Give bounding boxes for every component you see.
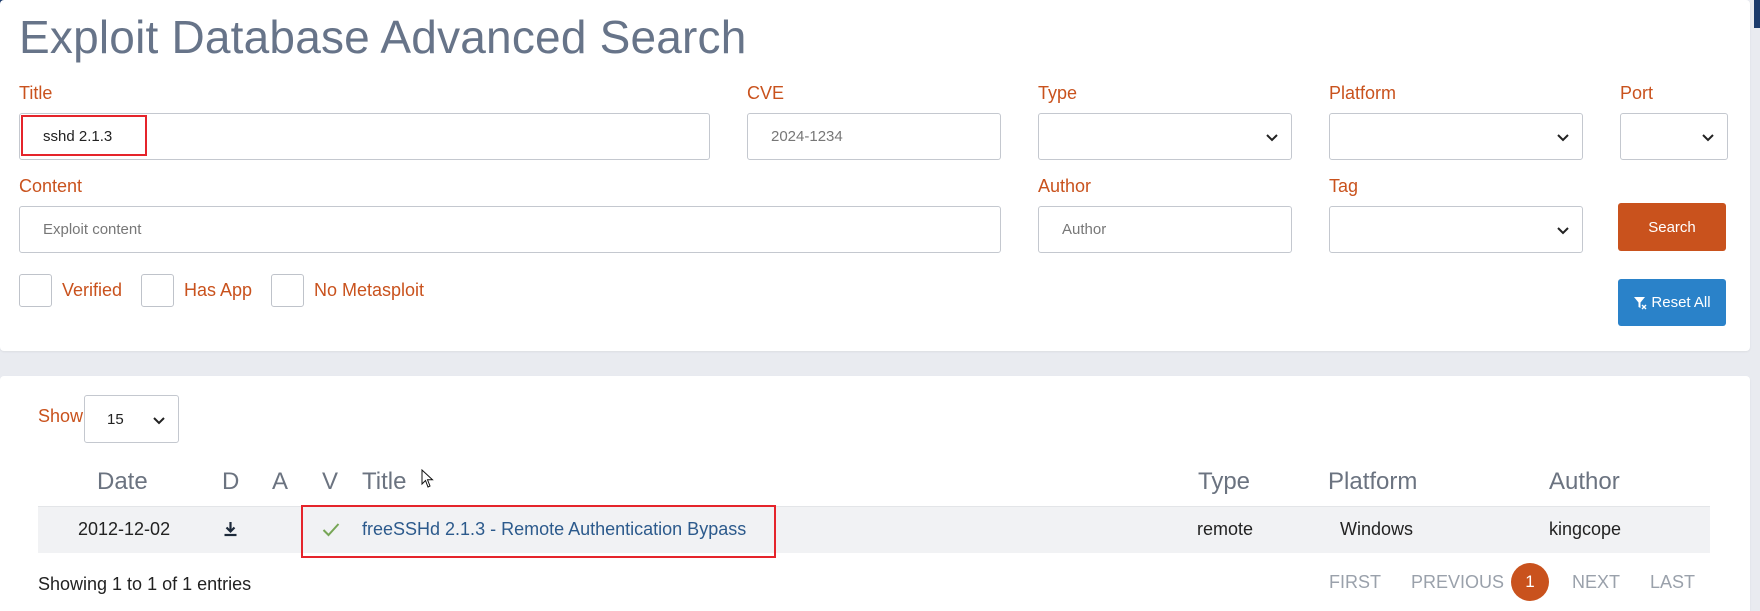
row-title-link[interactable]: freeSSHd 2.1.3 - Remote Authentication B… [362, 519, 746, 540]
pagination-next[interactable]: NEXT [1572, 572, 1620, 593]
title-input[interactable]: sshd 2.1.3 [19, 113, 710, 160]
chevron-down-icon [1266, 133, 1278, 141]
page-title: Exploit Database Advanced Search [19, 11, 747, 63]
author-placeholder: Author [1062, 221, 1107, 238]
platform-select[interactable] [1329, 113, 1583, 160]
author-label: Author [1038, 176, 1092, 196]
verified-checkbox[interactable] [19, 274, 52, 307]
reset-all-button[interactable]: Reset All [1618, 279, 1726, 326]
cve-input[interactable]: 2024-1234 [747, 113, 1001, 160]
column-header-platform[interactable]: Platform [1328, 468, 1417, 496]
content-label: Content [19, 176, 83, 196]
port-select[interactable] [1620, 113, 1728, 160]
has-app-checkbox[interactable] [141, 274, 174, 307]
verified-checkbox-group[interactable]: Verified [19, 274, 122, 307]
has-app-checkbox-group[interactable]: Has App [141, 274, 252, 307]
filter-clear-icon [1634, 296, 1647, 309]
row-date: 2012-12-02 [78, 519, 171, 539]
author-input[interactable]: Author [1038, 206, 1292, 253]
column-header-type[interactable]: Type [1198, 468, 1250, 496]
column-header-app[interactable]: A [272, 468, 288, 496]
platform-label: Platform [1329, 83, 1397, 103]
cve-label: CVE [747, 83, 785, 103]
pagination-last[interactable]: LAST [1650, 572, 1695, 593]
title-input-value: sshd 2.1.3 [43, 128, 113, 145]
chevron-down-icon [1557, 226, 1569, 234]
column-header-verified[interactable]: V [322, 468, 338, 496]
column-header-download[interactable]: D [222, 468, 239, 496]
pagination-current-page[interactable]: 1 [1511, 563, 1549, 601]
has-app-label: Has App [184, 280, 253, 300]
table-row [38, 506, 1710, 553]
row-type: remote [1197, 519, 1254, 539]
pagination-previous[interactable]: PREVIOUS [1411, 572, 1504, 593]
mouse-cursor-icon [421, 469, 434, 488]
column-header-title[interactable]: Title [362, 468, 406, 496]
pagination-first[interactable]: FIRST [1329, 572, 1381, 593]
page-size-value: 15 [107, 411, 124, 428]
download-icon[interactable] [223, 521, 238, 537]
row-author[interactable]: kingcope [1549, 519, 1621, 540]
no-metasploit-checkbox-group[interactable]: No Metasploit [271, 274, 424, 307]
cve-placeholder: 2024-1234 [771, 128, 843, 145]
header-strip-right [1754, 0, 1760, 28]
chevron-down-icon [1702, 133, 1714, 141]
content-placeholder: Exploit content [43, 221, 142, 238]
content-input[interactable]: Exploit content [19, 206, 1001, 253]
search-button[interactable]: Search [1618, 203, 1726, 251]
column-header-date[interactable]: Date [97, 468, 148, 496]
row-platform: Windows [1340, 519, 1414, 539]
show-label: Show [38, 406, 84, 426]
entries-info: Showing 1 to 1 of 1 entries [38, 574, 252, 594]
column-header-author[interactable]: Author [1549, 468, 1620, 496]
chevron-down-icon [1557, 133, 1569, 141]
reset-all-label: Reset All [1651, 294, 1711, 311]
title-label: Title [19, 83, 53, 103]
chevron-down-icon [153, 417, 165, 425]
no-metasploit-label: No Metasploit [314, 280, 425, 300]
type-select[interactable] [1038, 113, 1292, 160]
verified-label: Verified [62, 280, 123, 300]
check-icon [322, 523, 340, 537]
type-label: Type [1038, 83, 1078, 103]
tag-label: Tag [1329, 176, 1359, 196]
no-metasploit-checkbox[interactable] [271, 274, 304, 307]
port-label: Port [1620, 83, 1654, 103]
tag-select[interactable] [1329, 206, 1583, 253]
page-size-select[interactable]: 15 [84, 395, 179, 443]
